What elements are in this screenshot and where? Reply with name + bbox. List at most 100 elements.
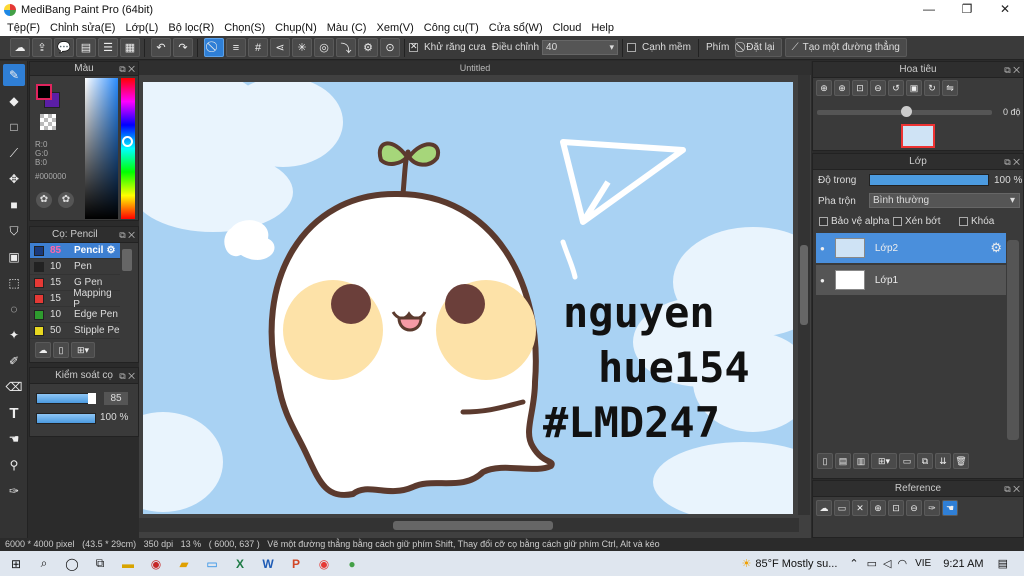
panel-controls-icon[interactable]: ⧉ ✕ [119,368,135,384]
layer-scrollbar[interactable] [1007,240,1019,440]
circle-snap-icon[interactable]: ◎ [314,38,334,57]
notification-icon[interactable]: ▤ [998,557,1008,570]
monitor-icon[interactable]: ▭ [200,554,224,574]
saturation-value-picker[interactable] [85,78,118,219]
brush-settings-icon[interactable]: ⚙ [106,245,115,256]
eye-icon[interactable]: ● [820,276,825,285]
text-tool-icon[interactable]: T [3,402,25,424]
layer-opacity-slider[interactable] [869,174,989,186]
fit-window-icon[interactable]: ⊡ [852,80,868,96]
cortana-icon[interactable]: ◯ [60,554,84,574]
menu-layer[interactable]: Lớp(L) [125,22,158,34]
brush-tool-icon[interactable]: ✎ [3,64,25,86]
input-language[interactable]: VIE [915,558,931,569]
zoom-fit-icon[interactable]: ⊕ [816,80,832,96]
brush-size-value[interactable]: 85 [104,392,128,405]
pen-tool-icon[interactable]: ✑ [3,480,25,502]
tray-chevron-icon[interactable]: ⌃ [849,557,858,570]
network-icon[interactable]: ▭ [867,557,877,570]
new-layer-icon[interactable]: ▯ [817,453,833,469]
cloud-icon[interactable]: ☁ [10,38,30,57]
protect-alpha-option[interactable]: Bảo vệ alpha [819,216,889,227]
clock[interactable]: 9:21 AM [943,558,983,570]
layer-row[interactable]: ● Lớp2 ⚙ [816,233,1006,263]
rotation-knob[interactable] [901,106,912,117]
brush-cloud-icon[interactable]: ☁ [35,342,51,358]
reference-open-icon[interactable]: ▭ [834,500,850,516]
reference-zoom-in-icon[interactable]: ⊕ [870,500,886,516]
antialias-checkbox[interactable] [409,41,418,52]
parallel-snap-icon[interactable]: ≡ [226,38,246,57]
share-icon[interactable]: ⇪ [32,38,52,57]
protect-alpha-checkbox[interactable] [819,217,828,226]
file-explorer-icon[interactable]: ▬ [116,554,140,574]
merge-layer-icon[interactable]: ⇊ [935,453,951,469]
canvas-horizontal-scrollbar[interactable] [139,518,799,532]
grid-panel-icon[interactable]: ▦ [120,38,140,57]
panel-controls-icon[interactable]: ⧉ ✕ [1004,481,1020,497]
target-snap-icon[interactable]: ⊙ [380,38,400,57]
fit-actual-icon[interactable]: ▣ [906,80,922,96]
wifi-icon[interactable]: ◠ [898,557,908,570]
lock-option[interactable]: Khóa [959,216,994,227]
menu-help[interactable]: Help [591,22,614,34]
excel-icon[interactable]: X [228,554,252,574]
canvas-vertical-thumb[interactable] [800,245,808,325]
hue-knob[interactable] [122,136,133,147]
menu-window[interactable]: Cửa sổ(W) [489,22,543,34]
menu-tools[interactable]: Công cụ(T) [424,22,479,34]
dropper-tool-icon[interactable]: ⚲ [3,454,25,476]
reset-button[interactable]: ⃠Đặt lại [735,38,782,57]
rotate-left-icon[interactable]: ↺ [888,80,904,96]
close-icon[interactable]: ✕ [986,0,1024,19]
canvas-vertical-scrollbar[interactable] [798,75,810,515]
brush-size-slider[interactable] [36,393,96,404]
panel-icon[interactable]: ▤ [76,38,96,57]
panel-controls-icon[interactable]: ⧉ ✕ [119,227,135,243]
reference-close-icon[interactable]: ✕ [852,500,868,516]
brush-new-icon[interactable]: ▯ [53,342,69,358]
minimize-icon[interactable]: — [910,0,948,19]
hue-slider[interactable] [121,78,135,219]
select-tool-icon[interactable]: ⬚ [3,272,25,294]
layer-row[interactable]: ● Lớp1 [816,265,1006,295]
reference-hand-icon[interactable]: ☚ [942,500,958,516]
speaker-icon[interactable]: ◁ [883,557,891,570]
menu-filter[interactable]: Bộ lọc(R) [168,22,214,34]
menu-edit[interactable]: Chỉnh sửa(E) [50,22,115,34]
bucket-tool-icon[interactable]: ⛉ [3,220,25,242]
app-icon-folder[interactable]: ▰ [172,554,196,574]
duplicate-layer-icon[interactable]: ⧉ [917,453,933,469]
brush-item[interactable]: 15 Mapping P [30,288,120,310]
hand-tool-icon[interactable]: ☚ [3,428,25,450]
gradient-tool-icon[interactable]: ▣ [3,246,25,268]
layer-settings-icon[interactable]: ⚙ [990,240,1002,256]
brush-list-scrollbar[interactable] [122,249,132,271]
palette-add-icon[interactable]: ✿ [58,192,74,208]
panel-controls-icon[interactable]: ⧉ ✕ [1004,154,1020,170]
brush-item[interactable]: 85 Pencil ⚙ [30,243,120,259]
fill-rect-tool-icon[interactable]: ■ [3,194,25,216]
windows-start-icon[interactable]: ⊞ [4,554,28,574]
vanishing-snap-icon[interactable]: ⋖ [270,38,290,57]
zoom-out-icon[interactable]: ⊖ [870,80,886,96]
new-8bit-layer-icon[interactable]: ▤ [835,453,851,469]
list-icon[interactable]: ☰ [98,38,118,57]
brush-size-knob[interactable] [88,393,96,404]
menu-snap[interactable]: Chụp(N) [275,22,317,34]
brush-item[interactable]: 50 Stipple Pe [30,323,120,339]
move-tool-icon[interactable]: ✥ [3,168,25,190]
zoom-in-icon[interactable]: ⊕ [834,80,850,96]
magic-wand-tool-icon[interactable]: ✦ [3,324,25,346]
lock-checkbox[interactable] [959,217,968,226]
menu-color[interactable]: Màu (C) [327,22,367,34]
palette-icon[interactable]: ✿ [36,192,52,208]
reference-cloud-icon[interactable]: ☁ [816,500,832,516]
delete-layer-icon[interactable]: 🗑 [953,453,969,469]
brush-opacity-slider[interactable] [36,413,96,424]
brush-item[interactable]: 10 Pen [30,259,120,275]
medibang-taskbar-icon[interactable]: ● [340,554,364,574]
canvas-tab[interactable]: Untitled [139,61,811,75]
curve-snap-icon[interactable]: ⤵ [336,38,356,57]
reference-zoom-out-icon[interactable]: ⊖ [906,500,922,516]
